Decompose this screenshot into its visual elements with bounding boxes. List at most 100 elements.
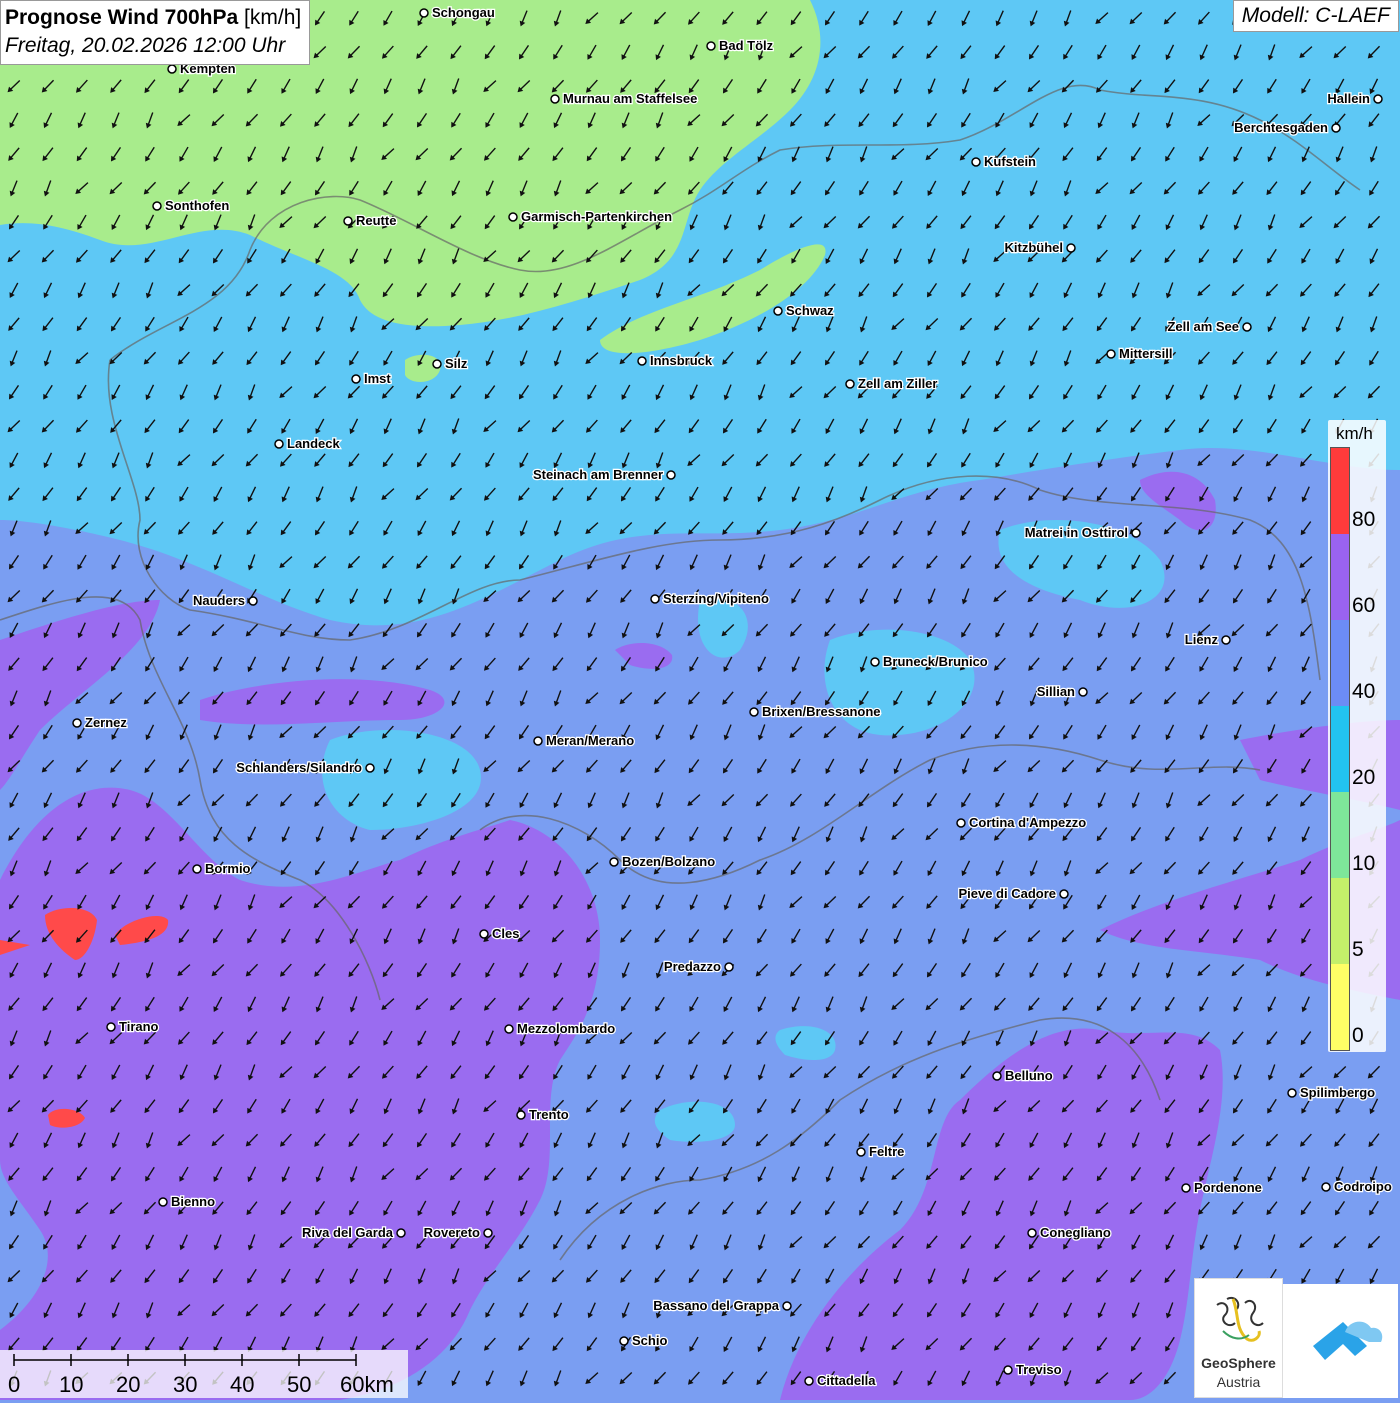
city-label: Landeck — [287, 436, 341, 451]
city-label: Bienno — [171, 1194, 215, 1209]
city-label: Sterzing/Vipiteno — [663, 591, 769, 606]
city-label: Cittadella — [817, 1373, 876, 1388]
city-dot-icon — [158, 1197, 168, 1207]
city-dot-icon — [637, 356, 647, 366]
city-label: Spilimbergo — [1300, 1085, 1375, 1100]
city-label: Meran/Merano — [546, 733, 634, 748]
city-dot-icon — [706, 41, 716, 51]
city-marker[interactable]: Bozen/Bolzano — [609, 853, 716, 870]
city-dot-icon — [1078, 687, 1088, 697]
city-label: Schio — [632, 1333, 667, 1348]
city-dot-icon — [396, 1228, 406, 1238]
city-marker[interactable]: Matrei in Osttirol — [1023, 524, 1141, 541]
city-dot-icon — [1331, 123, 1341, 133]
city-marker[interactable]: Steinach am Brenner — [532, 466, 676, 483]
city-dot-icon — [72, 718, 82, 728]
color-legend: km/h 80 60 40 20 10 5 0 — [1328, 420, 1386, 1052]
city-label: Trento — [529, 1107, 569, 1122]
city-dot-icon — [343, 216, 353, 226]
city-marker[interactable]: Pieve di Cadore — [957, 885, 1069, 902]
legend-label: 10 — [1352, 852, 1376, 875]
city-marker[interactable]: Conegliano — [1027, 1224, 1112, 1241]
city-label: Steinach am Brenner — [533, 467, 663, 482]
city-marker[interactable]: Cortina d'Ampezzo — [956, 814, 1088, 831]
legend-label: 20 — [1352, 766, 1376, 789]
city-dot-icon — [248, 596, 258, 606]
city-marker[interactable]: Murnau am Staffelsee — [550, 90, 699, 107]
city-dot-icon — [724, 962, 734, 972]
city-marker[interactable]: Brixen/Bressanone — [749, 703, 882, 720]
city-label: Codroipo — [1334, 1179, 1392, 1194]
city-label: Riva del Garda — [302, 1225, 394, 1240]
geosphere-logo[interactable]: GeoSphere Austria — [1194, 1278, 1283, 1398]
city-label: Bormio — [205, 861, 251, 876]
city-dot-icon — [845, 379, 855, 389]
city-dot-icon — [956, 818, 966, 828]
city-marker[interactable]: Spilimbergo — [1287, 1084, 1376, 1101]
legend-label: 5 — [1352, 938, 1364, 961]
city-dot-icon — [1221, 635, 1231, 645]
title: Prognose Wind 700hPa — [5, 6, 239, 29]
city-marker[interactable]: Berchtesgaden — [1233, 119, 1341, 136]
model-label: Modell: C-LAEF — [1232, 0, 1399, 32]
city-marker[interactable]: Schongau — [419, 4, 496, 21]
city-label: Conegliano — [1040, 1225, 1111, 1240]
city-label: Feltre — [869, 1144, 904, 1159]
city-label: Bassano del Grappa — [653, 1298, 779, 1313]
city-dot-icon — [856, 1147, 866, 1157]
city-label: Imst — [364, 371, 391, 386]
geosphere-logo-subtext: Austria — [1216, 1374, 1261, 1390]
city-marker[interactable]: Riva del Garda — [301, 1224, 406, 1241]
city-label: Schlanders/Silandro — [236, 760, 362, 775]
city-marker[interactable]: Mezzolombardo — [504, 1020, 617, 1037]
city-marker[interactable]: Garmisch-Partenkirchen — [508, 208, 673, 225]
city-label: Pieve di Cadore — [958, 886, 1056, 901]
legend-swatch — [1331, 620, 1349, 706]
city-label: Hallein — [1327, 91, 1370, 106]
city-label: Predazzo — [664, 959, 721, 974]
city-label: Sillian — [1037, 684, 1075, 699]
city-marker[interactable]: Meran/Merano — [533, 732, 635, 749]
city-label: Matrei in Osttirol — [1025, 525, 1128, 540]
city-label: Rovereto — [424, 1225, 480, 1240]
city-label: Schongau — [432, 5, 495, 20]
city-dot-icon — [870, 657, 880, 667]
city-label: Garmisch-Partenkirchen — [521, 209, 672, 224]
legend-label: 60 — [1352, 594, 1376, 617]
scale-label: 0 — [8, 1372, 21, 1397]
city-marker[interactable]: Bassano del Grappa — [652, 1297, 792, 1314]
city-dot-icon — [1059, 889, 1069, 899]
subtitle: Freitag, 20.02.2026 12:00 Uhr — [5, 34, 286, 57]
scale-label: 40 — [230, 1372, 255, 1397]
city-marker[interactable]: Sterzing/Vipiteno — [650, 590, 770, 607]
app-logo[interactable] — [1283, 1284, 1398, 1398]
city-label: Schwaz — [786, 303, 834, 318]
city-dot-icon — [504, 1024, 514, 1034]
city-marker[interactable]: Pordenone — [1181, 1179, 1263, 1196]
city-dot-icon — [1003, 1365, 1013, 1375]
city-marker[interactable]: Bruneck/Brunico — [870, 653, 989, 670]
city-dot-icon — [533, 736, 543, 746]
city-dot-icon — [971, 157, 981, 167]
city-label: Cortina d'Ampezzo — [969, 815, 1086, 830]
scale-label: 10 — [59, 1372, 84, 1397]
city-dot-icon — [192, 864, 202, 874]
wind-map: SchongauBad TölzKemptenMurnau am Staffel… — [0, 0, 1400, 1400]
city-label: Tirano — [119, 1019, 159, 1034]
city-marker[interactable]: Innsbruck — [637, 352, 714, 369]
legend-label: 40 — [1352, 680, 1376, 703]
city-label: Murnau am Staffelsee — [563, 91, 697, 106]
city-marker[interactable]: Zell am Ziller — [845, 375, 939, 392]
city-dot-icon — [749, 707, 759, 717]
city-marker[interactable]: Sonthofen — [152, 197, 231, 214]
city-label: Innsbruck — [650, 353, 713, 368]
city-marker[interactable]: Schlanders/Silandro — [235, 759, 375, 776]
city-dot-icon — [365, 763, 375, 773]
city-label: Reutte — [356, 213, 396, 228]
city-dot-icon — [1373, 94, 1383, 104]
legend-swatch — [1331, 792, 1349, 878]
city-marker[interactable]: Zell am See — [1166, 318, 1252, 335]
city-label: Bozen/Bolzano — [622, 854, 715, 869]
city-label: Mezzolombardo — [517, 1021, 615, 1036]
legend-swatch — [1331, 706, 1349, 792]
